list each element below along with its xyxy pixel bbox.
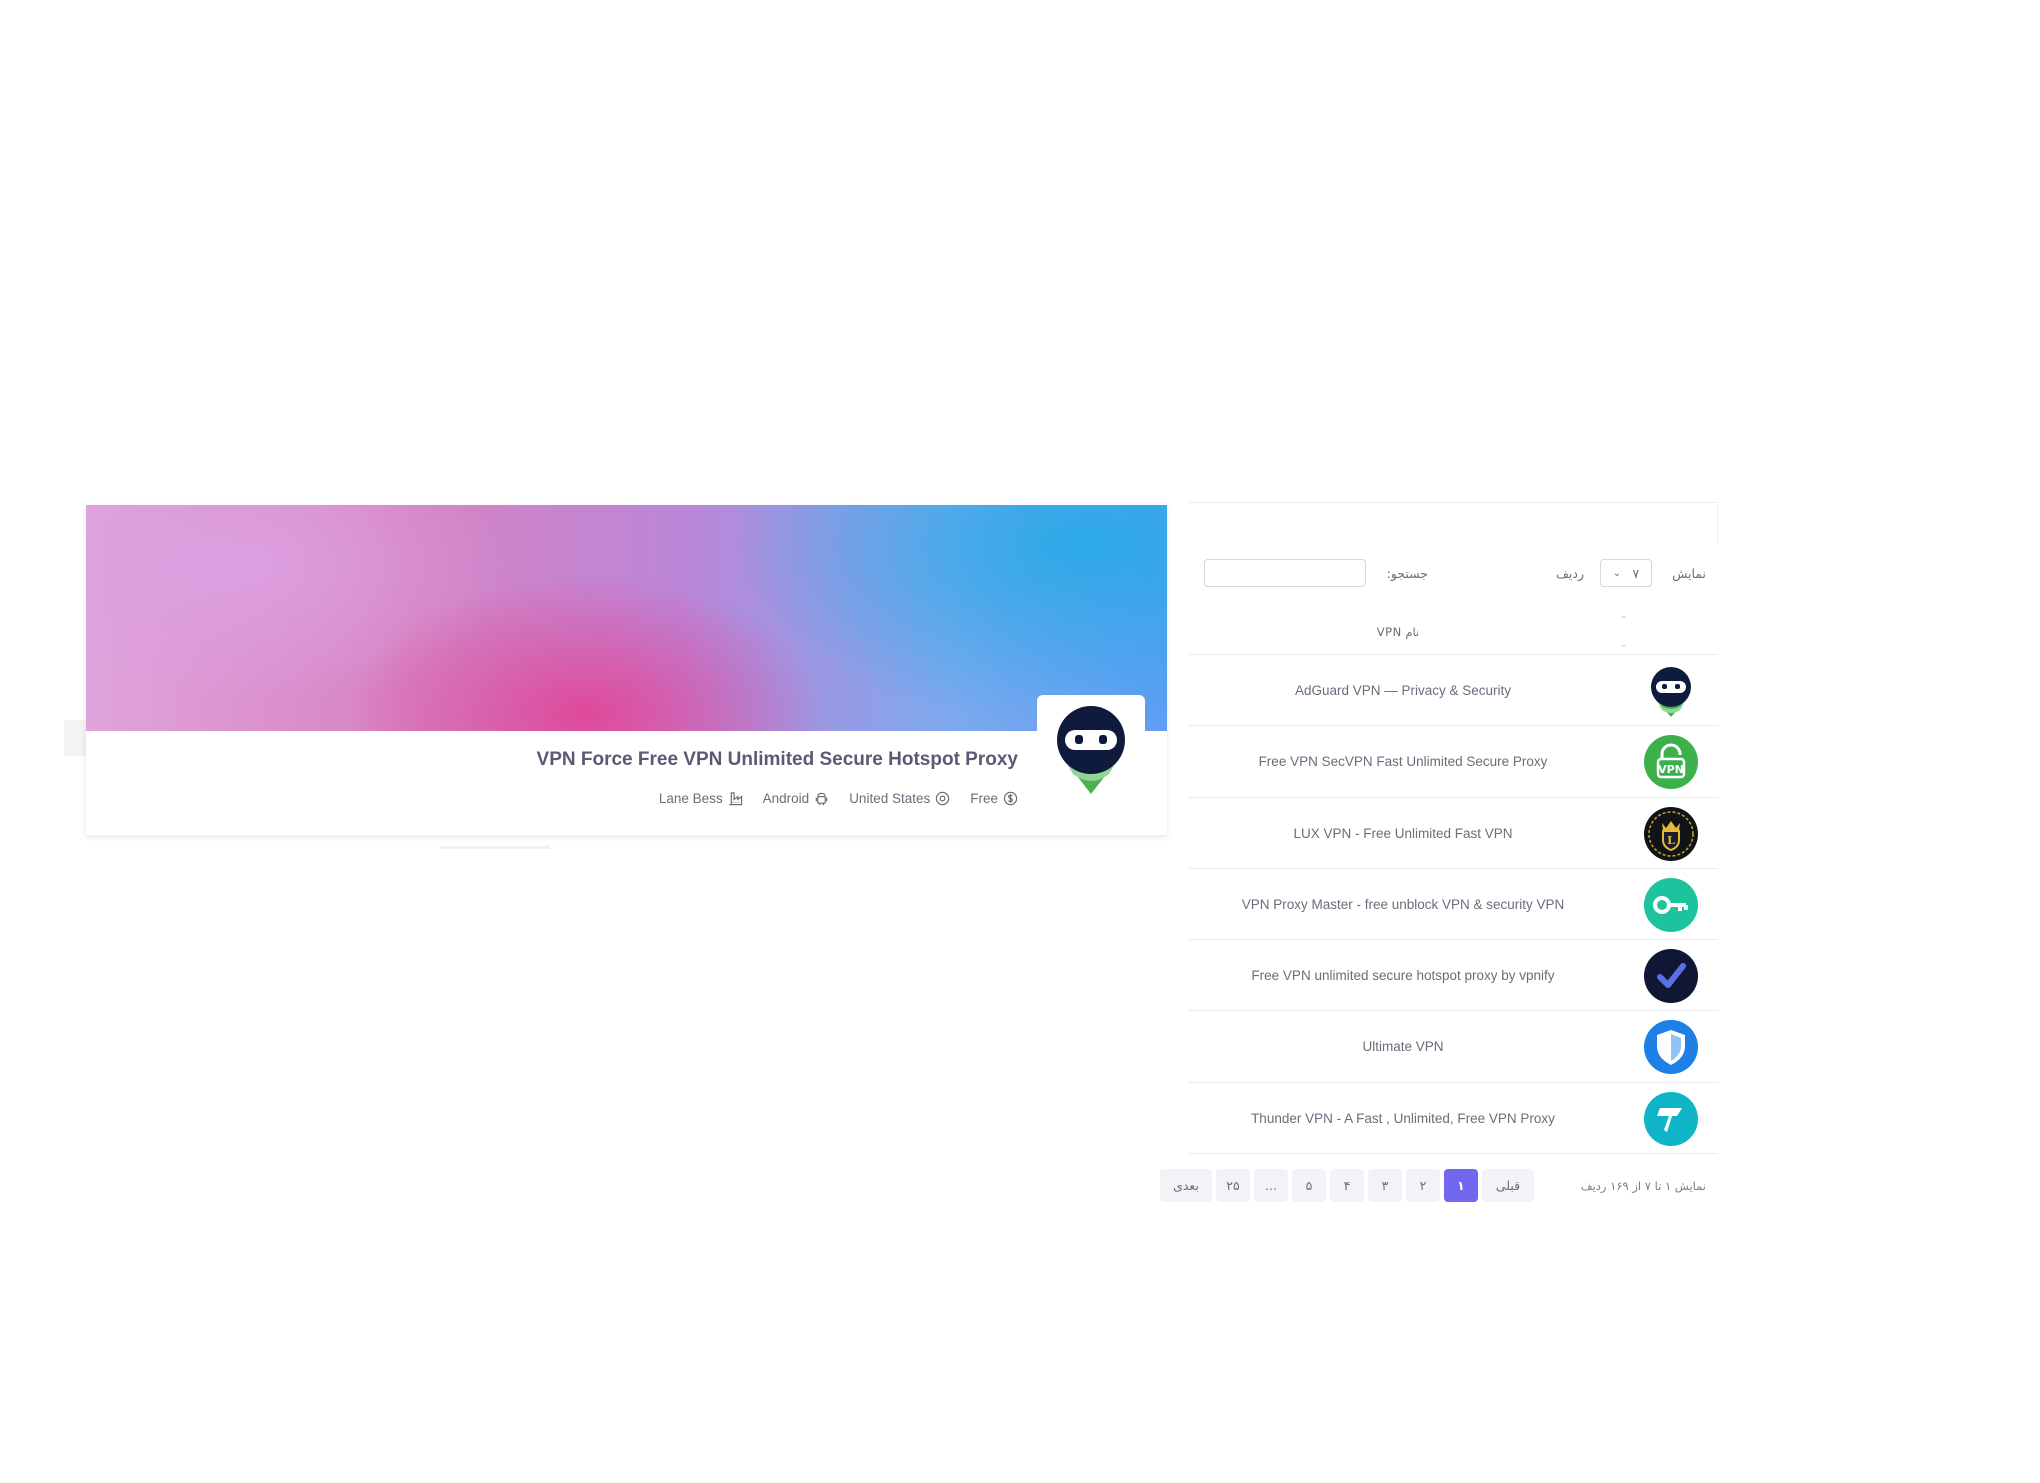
rows-label: ردیف (1555, 566, 1584, 581)
ninja-mask-icon (1057, 706, 1125, 794)
decorative-line (440, 846, 550, 849)
table-row[interactable]: Thunder VPN - A Fast , Unlimited, Free V… (1188, 1083, 1718, 1155)
left-edge-shadow (64, 720, 86, 756)
profile-avatar (1037, 695, 1145, 805)
page-button-25[interactable]: ۲۵ (1216, 1169, 1250, 1202)
factory-icon (729, 792, 742, 806)
crown-shield-icon: L (1644, 806, 1698, 861)
profile-cover-image (86, 505, 1167, 731)
profile-meta: Lane Bess Android United States Free (659, 791, 1018, 806)
lightning-icon (1644, 1091, 1698, 1146)
key-icon (1644, 877, 1698, 932)
vpn-name: Free VPN SecVPN Fast Unlimited Secure Pr… (1258, 754, 1548, 770)
chevron-down-icon: ⌄ (1612, 567, 1622, 579)
vpn-table-card: نمایش ⌄ ۷ ردیف جستجو: نام VPN ⌃ ⌄ AdGuard… (1160, 502, 1718, 1205)
column-header-vpn-name[interactable]: نام VPN ⌃ ⌄ (1188, 615, 1718, 655)
svg-text:VPN: VPN (1658, 763, 1684, 776)
shield-icon (1644, 1020, 1698, 1075)
page-button-1[interactable]: ۱ (1444, 1169, 1478, 1202)
pagination-info: نمایش ۱ تا ۷ از ۱۶۹ ردیف (1580, 1179, 1706, 1193)
ninja-mask-icon (1651, 667, 1691, 717)
table-row[interactable]: VPN Proxy Master - free unblock VPN & se… (1188, 869, 1718, 941)
vpn-table-body: AdGuard VPN — Privacy & Security Free VP… (1188, 655, 1718, 1155)
show-label: نمایش (1672, 566, 1706, 581)
profile-title: VPN Force Free VPN Unlimited Secure Hots… (536, 749, 1018, 770)
meta-price: Free (970, 791, 1018, 806)
page-button-5[interactable]: ۵ (1292, 1169, 1326, 1202)
column-header-text: نام VPN (1376, 625, 1420, 639)
profile-card: VPN Force Free VPN Unlimited Secure Hots… (86, 505, 1167, 835)
page-ellipsis: ... (1254, 1169, 1288, 1202)
table-row[interactable]: Free VPN unlimited secure hotspot proxy … (1188, 940, 1718, 1012)
meta-platform-text: Android (762, 791, 810, 806)
svg-text:L: L (1667, 834, 1675, 847)
checkmark-icon (1644, 949, 1698, 1004)
meta-country: United States (849, 791, 950, 806)
vpn-name: Thunder VPN - A Fast , Unlimited, Free V… (1251, 1110, 1555, 1126)
table-footer: نمایش ۱ تا ۷ از ۱۶۹ ردیف قبلی ۱ ۲ ۳ ۴ ۵ … (1160, 1169, 1718, 1205)
table-controls: نمایش ⌄ ۷ ردیف جستجو: (1188, 559, 1718, 589)
vpn-name: LUX VPN - Free Unlimited Fast VPN (1293, 825, 1513, 841)
vpn-name: Free VPN unlimited secure hotspot proxy … (1251, 968, 1555, 984)
android-icon (815, 792, 828, 806)
vpn-name: VPN Proxy Master - free unblock VPN & se… (1241, 896, 1565, 912)
table-row[interactable]: LUX VPN - Free Unlimited Fast VPN L (1188, 798, 1718, 869)
card-edge (1717, 504, 1718, 544)
sort-icon[interactable]: ⌃ ⌄ (1618, 615, 1630, 651)
meta-price-text: Free (970, 791, 998, 806)
dollar-icon (1003, 791, 1018, 806)
pagination: قبلی ۱ ۲ ۳ ۴ ۵ ... ۲۵ بعدی (1160, 1169, 1534, 1202)
meta-country-text: United States (849, 791, 931, 806)
table-row[interactable]: Ultimate VPN (1188, 1011, 1718, 1083)
search-input[interactable] (1204, 559, 1366, 587)
page-button-4[interactable]: ۴ (1330, 1169, 1364, 1202)
table-row[interactable]: Free VPN SecVPN Fast Unlimited Secure Pr… (1188, 726, 1718, 798)
next-page-button[interactable]: بعدی (1160, 1169, 1212, 1202)
search-label: جستجو: (1386, 566, 1428, 581)
vpn-lock-icon: VPN (1644, 735, 1698, 790)
rows-per-page-select[interactable]: ⌄ ۷ (1600, 559, 1652, 587)
page-button-3[interactable]: ۳ (1368, 1169, 1402, 1202)
location-pin-icon (936, 791, 950, 806)
vpn-name: AdGuard VPN — Privacy & Security (1294, 683, 1512, 698)
meta-platform: Android (763, 791, 830, 806)
vpn-name: Ultimate VPN (1362, 1039, 1444, 1055)
rows-per-page-value: ۷ (1632, 565, 1640, 581)
page-button-2[interactable]: ۲ (1406, 1169, 1440, 1202)
meta-developer-text: Lane Bess (658, 791, 723, 806)
meta-developer: Lane Bess (659, 791, 743, 806)
prev-page-button[interactable]: قبلی (1482, 1169, 1534, 1202)
table-row[interactable]: AdGuard VPN — Privacy & Security (1188, 655, 1718, 727)
